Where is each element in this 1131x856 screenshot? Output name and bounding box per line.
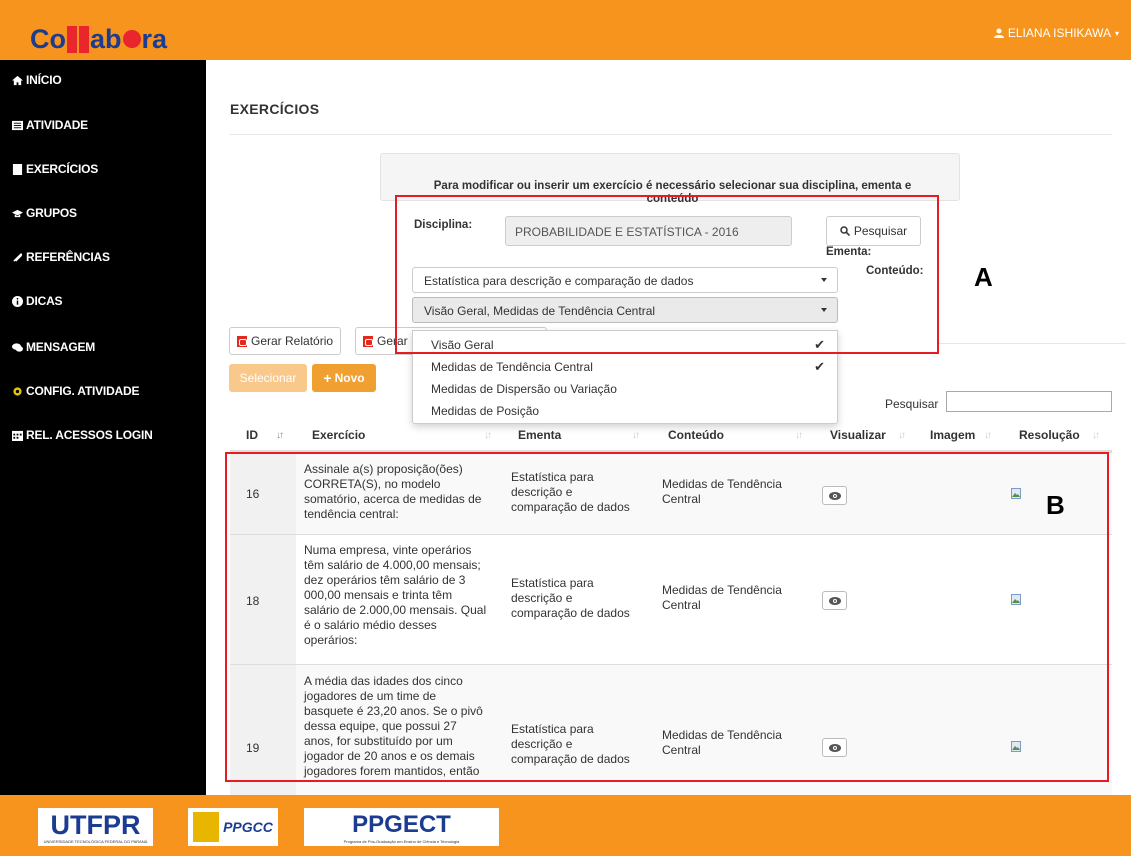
logo-text: UTFPR [50, 810, 141, 840]
sidebar-item-exercicios[interactable]: EXERCÍCIOS [12, 162, 98, 176]
check-icon: ✔ [814, 359, 825, 374]
sidebar-item-grupos[interactable]: GRUPOS [12, 206, 77, 220]
footer [0, 795, 1131, 856]
generate-report-button[interactable]: Gerar Relatório [229, 327, 342, 355]
logo-subtext: UNIVERSIDADE TECNOLÓGICA FEDERAL DO PARA… [43, 839, 148, 844]
user-name: ELIANA ISHIKAWA [1007, 26, 1111, 40]
gear-icon [13, 386, 22, 396]
top-navbar: Co ab ra ELIANA ISHIKAWA ▾ [0, 0, 1131, 60]
caret-down-icon: ▾ [1114, 28, 1119, 38]
info-icon [12, 295, 23, 307]
column-header-ementa[interactable]: Ementa [518, 428, 561, 442]
column-header-visualizar[interactable]: Visualizar [830, 428, 886, 442]
paperclip-icon [13, 252, 23, 262]
comments-icon [12, 342, 23, 352]
annotation-box-a [395, 195, 939, 354]
dropdown-option[interactable]: Medidas de Dispersão ou Variação [431, 382, 617, 396]
collabora-logo[interactable]: Co ab ra [30, 22, 175, 56]
ppgcc-emblem [193, 812, 220, 842]
pdf-icon [237, 335, 247, 347]
page-title: EXERCÍCIOS [230, 101, 320, 117]
column-header-resolucao[interactable]: Resolução [1019, 428, 1080, 442]
list-icon [12, 120, 23, 130]
divider [938, 343, 1126, 344]
button-label: Novo [334, 371, 365, 385]
column-header-imagem[interactable]: Imagem [930, 428, 975, 442]
sort-icon[interactable]: ↓↑ [276, 430, 284, 441]
sidebar-item-label: MENSAGEM [26, 340, 96, 354]
sidebar-item-label: INÍCIO [26, 73, 62, 87]
sidebar-item-atividade[interactable]: ATIVIDADE [12, 118, 88, 132]
table-search-label: Pesquisar [885, 397, 939, 411]
sort-icon[interactable]: ↓↑ [632, 430, 640, 441]
user-icon [993, 28, 1004, 38]
new-button[interactable]: + Novo [312, 364, 376, 392]
sort-icon[interactable]: ↓↑ [1092, 430, 1100, 441]
column-header-exercicio[interactable]: Exercício [312, 428, 365, 442]
sidebar-item-label: ATIVIDADE [26, 118, 88, 132]
column-header-conteudo[interactable]: Conteúdo [668, 428, 724, 442]
home-icon [12, 75, 23, 85]
info-line: Para modificar ou inserir um exercício é… [433, 180, 912, 192]
pdf-icon [363, 335, 373, 347]
sort-icon[interactable]: ↓↑ [898, 430, 906, 441]
logo-subtext: Programa de Pós-Graduação em Ensino de C… [343, 838, 460, 844]
user-menu[interactable]: ELIANA ISHIKAWA ▾ [993, 26, 1119, 40]
graduation-cap-icon [12, 209, 23, 217]
plus-icon: + [323, 370, 332, 386]
logo-text: PPGECT [352, 810, 451, 838]
sort-icon[interactable]: ↓↑ [484, 430, 492, 441]
sidebar-item-label: DICAS [26, 294, 63, 308]
book-icon [12, 163, 23, 175]
sidebar-item-dicas[interactable]: DICAS [12, 294, 63, 308]
sidebar-item-inicio[interactable]: INÍCIO [12, 73, 62, 87]
utfpr-logo: UTFPR UNIVERSIDADE TECNOLÓGICA FEDERAL D… [38, 808, 153, 846]
dropdown-option[interactable]: Medidas de Posição [431, 404, 539, 418]
annotation-label-a: A [974, 262, 993, 292]
annotation-label-b: B [1046, 490, 1065, 520]
sidebar-item-mensagem[interactable]: MENSAGEM [12, 340, 95, 354]
logo-text: PPGCC [223, 819, 273, 835]
sidebar-item-rel-acessos-login[interactable]: REL. ACESSOS LOGIN [12, 428, 153, 442]
button-label: Gerar Relatório [251, 334, 334, 348]
table-search-input[interactable] [946, 391, 1112, 412]
ppgect-logo: PPGECT Programa de Pós-Graduação em Ensi… [304, 808, 499, 846]
dropdown-option[interactable]: Medidas de Tendência Central [431, 360, 593, 374]
sidebar-item-config-atividade[interactable]: CONFIG. ATIVIDADE [12, 384, 139, 398]
sidebar-item-referencias[interactable]: REFERÊNCIAS [12, 250, 110, 264]
column-header-id[interactable]: ID [246, 428, 258, 442]
sort-icon[interactable]: ↓↑ [795, 430, 803, 441]
sort-icon[interactable]: ↓↑ [984, 430, 992, 441]
divider [230, 134, 1112, 135]
select-button[interactable]: Selecionar [229, 364, 307, 392]
ppgcc-logo: PPGCC [188, 808, 278, 846]
sidebar-item-label: REL. ACESSOS LOGIN [26, 428, 153, 442]
calendar-icon [12, 430, 23, 441]
sidebar-item-label: EXERCÍCIOS [26, 162, 99, 176]
sidebar-item-label: GRUPOS [26, 206, 77, 220]
sidebar-item-label: REFERÊNCIAS [26, 250, 110, 264]
annotation-box-b [225, 452, 1109, 782]
sidebar-item-label: CONFIG. ATIVIDADE [26, 384, 140, 398]
